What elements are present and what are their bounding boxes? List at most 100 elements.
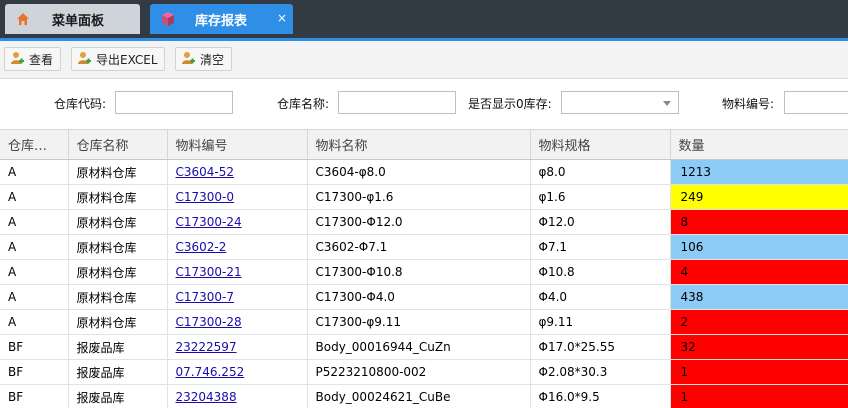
warehouse-name-cell: 报废品库 bbox=[68, 384, 168, 408]
material-no-cell: C3602-2 bbox=[167, 234, 308, 260]
warehouse-name-cell: 原材料仓库 bbox=[68, 184, 168, 210]
column-header-material-no[interactable]: 物料编号 bbox=[167, 129, 308, 160]
material-name-cell: C3604-φ8.0 bbox=[307, 159, 531, 185]
material-no-cell: C3604-52 bbox=[167, 159, 308, 185]
spec-cell: Φ16.0*9.5 bbox=[530, 384, 671, 408]
export-excel-button[interactable]: 导出EXCEL bbox=[71, 47, 165, 71]
warehouse-name-cell: 原材料仓库 bbox=[68, 159, 168, 185]
warehouse-code-cell: A bbox=[0, 284, 69, 310]
warehouse-name-input[interactable] bbox=[338, 91, 456, 114]
close-icon[interactable]: × bbox=[277, 11, 287, 25]
material-no-cell: 23204388 bbox=[167, 384, 308, 408]
filter-bar: 仓库代码: 仓库名称: 是否显示0库存: 物料编号: bbox=[0, 79, 848, 126]
spec-cell: Φ4.0 bbox=[530, 284, 671, 310]
column-header-material-name[interactable]: 物料名称 bbox=[307, 129, 531, 160]
warehouse-name-label: 仓库名称: bbox=[277, 97, 330, 111]
quantity-cell: 249 bbox=[670, 184, 848, 210]
material-no-cell: C17300-24 bbox=[167, 209, 308, 235]
material-code-label: 物料编号: bbox=[722, 97, 775, 111]
clear-button[interactable]: 清空 bbox=[175, 47, 232, 71]
warehouse-name-cell: 原材料仓库 bbox=[68, 309, 168, 335]
material-no-link[interactable]: C17300-24 bbox=[176, 215, 242, 229]
warehouse-code-cell: A bbox=[0, 234, 69, 260]
spec-cell: φ8.0 bbox=[530, 159, 671, 185]
material-no-link[interactable]: C3604-52 bbox=[176, 165, 235, 179]
material-name-cell: C17300-Φ10.8 bbox=[307, 259, 531, 285]
table-row[interactable]: A 原材料仓库 C3604-52 C3604-φ8.0 φ8.0 1213 bbox=[0, 159, 848, 185]
material-no-cell: 07.746.252 bbox=[167, 359, 308, 385]
material-name-cell: Body_00024621_CuBe bbox=[307, 384, 531, 408]
table-row[interactable]: BF 报废品库 23222597 Body_00016944_CuZn Φ17.0*25… bbox=[0, 334, 848, 360]
tab-bar: 菜单面板 库存报表 × bbox=[0, 0, 848, 38]
column-header-warehouse-code[interactable]: 仓库… bbox=[0, 129, 69, 160]
material-no-link[interactable]: C17300-7 bbox=[176, 290, 235, 304]
spec-cell: Φ10.8 bbox=[530, 259, 671, 285]
warehouse-code-cell: BF bbox=[0, 359, 69, 385]
quantity-cell: 1213 bbox=[670, 159, 848, 185]
table-row[interactable]: A 原材料仓库 C3602-2 C3602-Φ7.1 Φ7.1 106 bbox=[0, 234, 848, 260]
warehouse-name-cell: 原材料仓库 bbox=[68, 284, 168, 310]
material-name-cell: Body_00016944_CuZn bbox=[307, 334, 531, 360]
material-no-link[interactable]: 07.746.252 bbox=[176, 365, 245, 379]
material-name-cell: C17300-Φ4.0 bbox=[307, 284, 531, 310]
quantity-cell: 2 bbox=[670, 309, 848, 335]
material-no-cell: C17300-0 bbox=[167, 184, 308, 210]
material-no-link[interactable]: C17300-0 bbox=[176, 190, 235, 204]
material-no-cell: C17300-7 bbox=[167, 284, 308, 310]
warehouse-code-cell: A bbox=[0, 184, 69, 210]
tab-menu-label: 菜单面板 bbox=[52, 13, 105, 29]
table-row[interactable]: A 原材料仓库 C17300-24 C17300-Φ12.0 Φ12.0 8 bbox=[0, 209, 848, 235]
material-no-cell: 23222597 bbox=[167, 334, 308, 360]
spec-cell: φ1.6 bbox=[530, 184, 671, 210]
material-no-link[interactable]: C3602-2 bbox=[176, 240, 227, 254]
warehouse-code-cell: A bbox=[0, 159, 69, 185]
material-no-link[interactable]: C17300-21 bbox=[176, 265, 242, 279]
quantity-cell: 32 bbox=[670, 334, 848, 360]
material-code-input[interactable] bbox=[784, 91, 848, 114]
material-no-link[interactable]: C17300-28 bbox=[176, 315, 242, 329]
spec-cell: Φ7.1 bbox=[530, 234, 671, 260]
table-row[interactable]: A 原材料仓库 C17300-21 C17300-Φ10.8 Φ10.8 4 bbox=[0, 259, 848, 285]
quantity-cell: 1 bbox=[670, 359, 848, 385]
warehouse-name-cell: 报废品库 bbox=[68, 359, 168, 385]
material-name-cell: C17300-φ1.6 bbox=[307, 184, 531, 210]
warehouse-name-cell: 原材料仓库 bbox=[68, 259, 168, 285]
spec-cell: φ9.11 bbox=[530, 309, 671, 335]
show-zero-stock-label: 是否显示0库存: bbox=[468, 97, 552, 111]
column-header-warehouse-name[interactable]: 仓库名称 bbox=[68, 129, 168, 160]
material-no-cell: C17300-21 bbox=[167, 259, 308, 285]
table-row[interactable]: A 原材料仓库 C17300-7 C17300-Φ4.0 Φ4.0 438 bbox=[0, 284, 848, 310]
tab-report-label: 库存报表 bbox=[195, 13, 248, 29]
report-cube-icon bbox=[159, 10, 177, 28]
tab-inventory-report[interactable]: 库存报表 × bbox=[150, 4, 293, 34]
spec-cell: Φ2.08*30.3 bbox=[530, 359, 671, 385]
table-row[interactable]: BF 报废品库 23204388 Body_00024621_CuBe Φ16.0*9.… bbox=[0, 384, 848, 408]
warehouse-name-cell: 报废品库 bbox=[68, 334, 168, 360]
grid-header-row: 仓库… 仓库名称 物料编号 物料名称 物料规格 数量 bbox=[0, 129, 848, 160]
warehouse-code-cell: A bbox=[0, 259, 69, 285]
material-name-cell: C17300-Φ12.0 bbox=[307, 209, 531, 235]
table-row[interactable]: A 原材料仓库 C17300-28 C17300-φ9.11 φ9.11 2 bbox=[0, 309, 848, 335]
show-zero-stock-select[interactable] bbox=[561, 91, 679, 114]
quantity-cell: 106 bbox=[670, 234, 848, 260]
column-header-quantity[interactable]: 数量 bbox=[670, 129, 848, 160]
material-name-cell: C3602-Φ7.1 bbox=[307, 234, 531, 260]
quantity-cell: 1 bbox=[670, 384, 848, 408]
table-row[interactable]: BF 报废品库 07.746.252 P5223210800-002 Φ2.08*30.… bbox=[0, 359, 848, 385]
warehouse-code-cell: BF bbox=[0, 384, 69, 408]
view-button-label: 查看 bbox=[29, 52, 54, 67]
material-no-link[interactable]: 23222597 bbox=[176, 340, 237, 354]
tab-menu-panel[interactable]: 菜单面板 bbox=[5, 4, 140, 34]
column-header-spec[interactable]: 物料规格 bbox=[530, 129, 671, 160]
material-name-cell: C17300-φ9.11 bbox=[307, 309, 531, 335]
table-row[interactable]: A 原材料仓库 C17300-0 C17300-φ1.6 φ1.6 249 bbox=[0, 184, 848, 210]
material-no-link[interactable]: 23204388 bbox=[176, 390, 237, 404]
add-user-icon bbox=[10, 51, 24, 68]
home-icon bbox=[14, 10, 32, 28]
view-button[interactable]: 查看 bbox=[4, 47, 61, 71]
warehouse-name-cell: 原材料仓库 bbox=[68, 234, 168, 260]
warehouse-code-input[interactable] bbox=[115, 91, 233, 114]
spec-cell: Φ17.0*25.55 bbox=[530, 334, 671, 360]
export-excel-label: 导出EXCEL bbox=[96, 52, 158, 67]
add-user-icon bbox=[77, 51, 91, 68]
